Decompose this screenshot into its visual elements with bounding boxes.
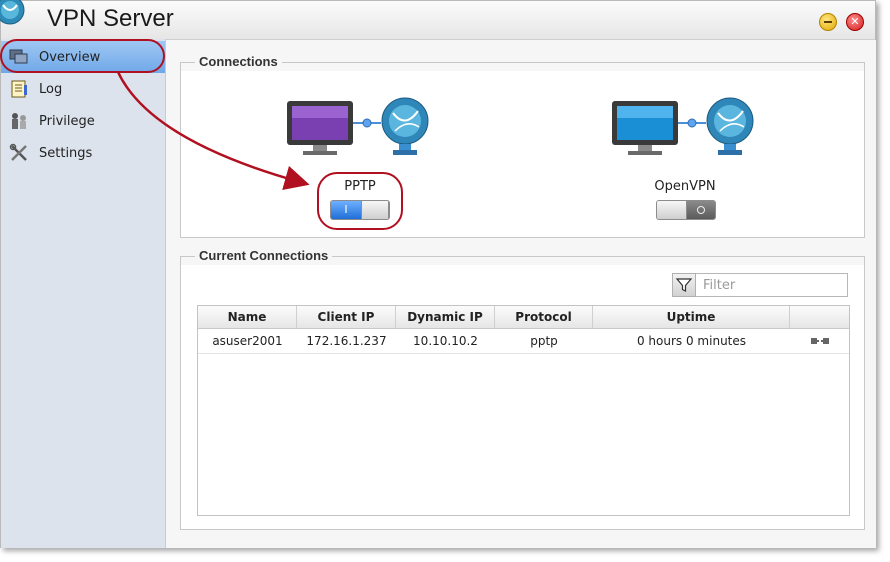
annotation-arrow: [116, 71, 310, 190]
